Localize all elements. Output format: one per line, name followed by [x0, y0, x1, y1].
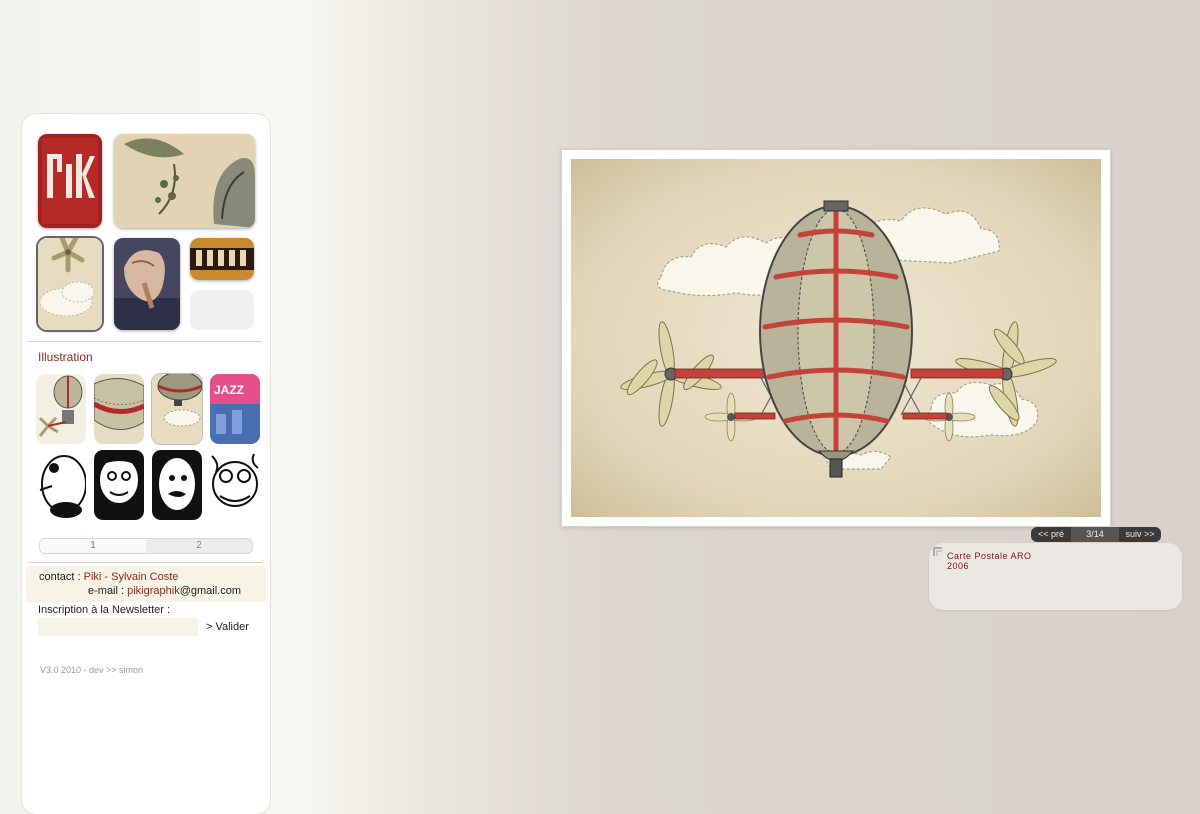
category-thumb-pattern[interactable]: [114, 134, 255, 228]
divider: [28, 341, 262, 342]
prev-button[interactable]: << pré: [1031, 527, 1071, 542]
gallery-thumb[interactable]: [94, 450, 144, 520]
image-counter: 3/14: [1071, 527, 1119, 542]
category-thumb-illustration[interactable]: [38, 238, 102, 330]
gallery-thumb[interactable]: [36, 450, 86, 520]
contact-name-link[interactable]: Piki - Sylvain Coste: [84, 571, 179, 583]
newsletter-label: Inscription à la Newsletter :: [38, 604, 171, 616]
illustration-image: [38, 238, 102, 330]
email-domain[interactable]: @gmail.com: [180, 585, 241, 597]
gallery-pager: 1 2: [39, 538, 253, 554]
image-navigation: << pré 3/14 suiv >>: [1031, 527, 1161, 542]
page-2-button[interactable]: 2: [146, 539, 252, 553]
category-thumb-photo[interactable]: [114, 238, 180, 330]
gallery-thumb[interactable]: [210, 450, 260, 520]
next-button[interactable]: suiv >>: [1119, 527, 1161, 542]
piki-logo-image: [38, 134, 102, 228]
section-title: Illustration: [38, 350, 93, 364]
airship-illustration: [571, 159, 1101, 517]
category-thumb-design[interactable]: [190, 238, 254, 280]
gallery-thumb[interactable]: JAZZ: [210, 374, 260, 444]
sidebar: Illustration JAZZ 1 2 contact: Piki - S…: [22, 114, 270, 814]
photo-image: [114, 238, 180, 330]
gallery-thumb-selected[interactable]: [152, 374, 202, 444]
pattern-image: [114, 134, 255, 228]
email-user-link[interactable]: pikigraphik: [127, 585, 180, 597]
gallery-thumb[interactable]: [152, 450, 202, 520]
caption-title: Carte Postale ARO: [947, 551, 1032, 561]
email-label: e-mail :: [88, 585, 125, 597]
corner-bracket-icon: [933, 547, 942, 556]
contact-box: contact : Piki - Sylvain Coste e-mail : …: [26, 566, 266, 602]
image-caption: Carte Postale ARO 2006: [929, 543, 1182, 610]
page-1-button[interactable]: 1: [40, 539, 146, 553]
design-image: [190, 238, 254, 280]
contact-label: contact :: [39, 571, 81, 583]
gallery-thumb[interactable]: [94, 374, 144, 444]
caption-year: 2006: [947, 561, 970, 571]
newsletter-email-input[interactable]: [38, 618, 198, 636]
divider: [28, 562, 262, 563]
category-thumb-empty: [190, 290, 254, 330]
newsletter-submit-button[interactable]: > Valider: [206, 621, 249, 633]
gallery-thumb[interactable]: [36, 374, 86, 444]
category-thumb-logo[interactable]: [38, 134, 102, 228]
svg-text:JAZZ: JAZZ: [214, 383, 244, 397]
main-image-frame: [561, 149, 1111, 527]
credits: V3.0 2010 - dev >> simon: [40, 665, 144, 675]
